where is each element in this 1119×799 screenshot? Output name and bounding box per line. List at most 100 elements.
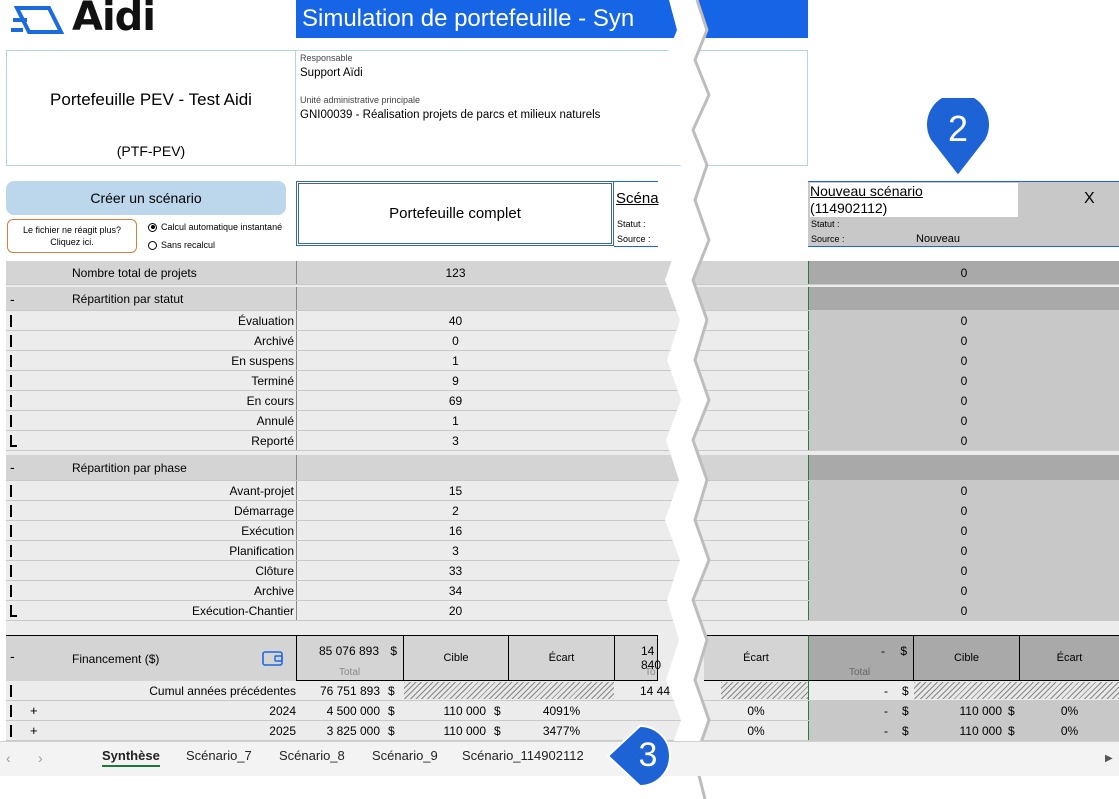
- tree-indent-icon: [10, 705, 12, 717]
- phase-header-label: Répartition par phase: [72, 460, 187, 475]
- close-scenario-button[interactable]: X: [1084, 190, 1095, 208]
- phase-row-scenario-value: 0: [808, 581, 1119, 600]
- phase-row-value: 16: [296, 521, 614, 540]
- fin-row-scenario-bg: [808, 681, 1119, 700]
- tab-scenario-9[interactable]: Scénario_9: [372, 748, 438, 763]
- tab-scenario-114902112[interactable]: Scénario_114902112: [462, 748, 584, 763]
- fin-row-r-cible-currency: $: [1008, 704, 1015, 718]
- scenario-left-statut: Statut :: [617, 219, 646, 229]
- fin-row-r-currency: $: [902, 724, 909, 738]
- fin-table-row: +2024 4 500 000 $110 000 $4091% 0% - $110 000 $…: [6, 701, 1119, 721]
- create-scenario-button[interactable]: Créer un scénario: [6, 181, 286, 215]
- fin-row-total-currency: $: [388, 724, 395, 738]
- statut-row-value: 69: [296, 391, 614, 410]
- tab-synthese[interactable]: Synthèse: [102, 748, 160, 767]
- financement-collapse-button[interactable]: -: [10, 648, 15, 664]
- table-row: Planification 3 0: [6, 541, 1119, 561]
- phase-row-label: Archive: [253, 583, 294, 598]
- statut-row-label: Annulé: [256, 413, 294, 428]
- chevron-left-icon[interactable]: ‹: [6, 750, 11, 766]
- radio-auto-calc[interactable]: Calcul automatique instantané: [148, 222, 282, 232]
- statut-row-scenario-value: 0: [808, 331, 1119, 350]
- fin-row-r-cible-currency: $: [1008, 724, 1015, 738]
- page-title: Simulation de portefeuille - Syn: [296, 0, 808, 38]
- statut-row-value: 1: [296, 411, 614, 430]
- statut-row-label: Reporté: [251, 433, 294, 448]
- table-row: En cours 69 0: [6, 391, 1119, 411]
- fin-r-value: -: [881, 644, 885, 658]
- table-row: Annulé 1 0: [6, 411, 1119, 431]
- wallet-icon[interactable]: [262, 650, 284, 666]
- radio-no-recalc[interactable]: Sans recalcul: [148, 240, 215, 250]
- radio-checked-icon: [148, 222, 157, 232]
- scroll-right-icon[interactable]: ▶: [1105, 753, 1113, 764]
- fin-r-ecart-header: Écart: [1020, 635, 1119, 681]
- unfreeze-line2: Cliquez ici.: [50, 237, 94, 247]
- phase-row-value: 3: [296, 541, 614, 560]
- table-row: Archive 34 0: [6, 581, 1119, 601]
- callout-badge-2-label: 2: [947, 108, 969, 149]
- portfolio-code: (PTF-PEV): [116, 143, 186, 159]
- tab-scenario-8[interactable]: Scénario_8: [279, 748, 345, 763]
- statut-row-value: 1: [296, 351, 614, 370]
- statut-row-scenario-value: 0: [808, 391, 1119, 410]
- fin-table-row: Cumul années précédentes 76 751 893 $14 44…: [6, 681, 1119, 701]
- portfolio-complete-button[interactable]: Portefeuille complet: [296, 181, 614, 246]
- fin-row-mid-ecart: 0%: [747, 724, 765, 738]
- fin-mid-header: 14 840 To: [614, 635, 661, 681]
- callout-badge-3-label: 3: [638, 736, 658, 774]
- statut-row-value: 0: [296, 331, 614, 350]
- statut-row-value: 3: [296, 431, 614, 450]
- fin-expand-button[interactable]: +: [30, 723, 38, 738]
- table-row: En suspens 1 0: [6, 351, 1119, 371]
- unfreeze-button[interactable]: Le fichier ne réagit plus? Cliquez ici.: [7, 219, 137, 253]
- radio-unchecked-icon: [148, 240, 157, 250]
- new-scenario-meta: [808, 217, 1119, 246]
- scenario-left-title[interactable]: Scéna: [616, 190, 659, 207]
- statut-row-label: Archivé: [253, 333, 294, 348]
- statut-row-scenario-value: 0: [808, 371, 1119, 390]
- fin-row-cible-currency: $: [494, 704, 501, 718]
- statut-row-label: Terminé: [251, 373, 294, 388]
- new-scenario-source-value: Nouveau: [916, 233, 961, 245]
- statut-header-vR: [808, 287, 1119, 310]
- statut-row-scenario-value: 0: [808, 411, 1119, 430]
- radio-manual-label: Sans recalcul: [161, 240, 216, 250]
- statut-row-label: En suspens: [231, 353, 294, 368]
- callout-badge-3: 3: [604, 716, 682, 794]
- fin-total-value: 85 076 893: [318, 644, 379, 658]
- callout-badge-2: 2: [918, 98, 998, 178]
- fin-total-currency: $: [390, 644, 397, 658]
- row-statut-header: - Répartition par statut: [6, 287, 1119, 311]
- new-scenario-id: (114902112): [810, 200, 888, 216]
- chevron-right-icon[interactable]: ›: [38, 750, 43, 766]
- new-scenario-statut: Statut :: [811, 219, 840, 229]
- statut-row-scenario-value: 0: [808, 431, 1119, 450]
- table-row: Clôture 33 0: [6, 561, 1119, 581]
- portfolio-name: Portefeuille PEV - Test Aidi: [50, 90, 252, 109]
- fin-table-row: +2025 3 825 000 $110 000 $3477% 0% - $110 000 $…: [6, 721, 1119, 741]
- fin-row-r-total: -: [884, 724, 888, 738]
- tab-scenario-7[interactable]: Scénario_7: [186, 748, 252, 763]
- statut-header-v1: [296, 287, 614, 310]
- phase-row-label: Avant-projet: [229, 483, 294, 498]
- phase-row-value: 33: [296, 561, 614, 580]
- row-total-projects: Nombre total de projets 123 0: [6, 261, 1119, 285]
- fin-expand-button[interactable]: +: [30, 703, 38, 718]
- fin-r-cible-header: Cible: [914, 635, 1020, 681]
- phase-row-label: Clôture: [255, 563, 294, 578]
- fin-row-r-ecart: 0%: [1060, 724, 1079, 738]
- fin-row-label: 2024: [269, 704, 296, 718]
- phase-row-scenario-value: 0: [808, 601, 1119, 620]
- fin-row-cible: 110 000: [443, 724, 487, 738]
- total-projects-label: Nombre total de projets: [72, 265, 197, 280]
- phase-row-scenario-value: 0: [808, 541, 1119, 560]
- fin-row-r-ecart: 0%: [1060, 704, 1079, 718]
- fin-row-r-currency: $: [902, 684, 909, 698]
- table-row: Reporté 3 0: [6, 431, 1119, 451]
- new-scenario-bottom-line: [808, 246, 1119, 247]
- new-scenario-name-box[interactable]: Nouveau scénario (114902112): [810, 183, 1018, 217]
- fin-row-label: Cumul années précédentes: [149, 684, 296, 698]
- phase-row-scenario-value: 0: [808, 481, 1119, 500]
- unite-value: GNI00039 - Réalisation projets de parcs …: [300, 109, 601, 121]
